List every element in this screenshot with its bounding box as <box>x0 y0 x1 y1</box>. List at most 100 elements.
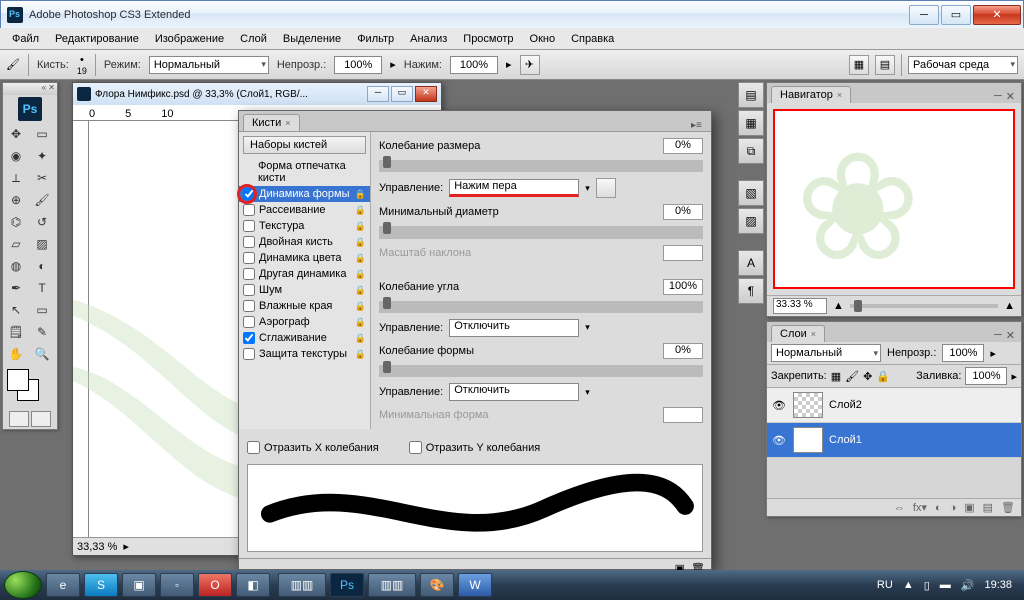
dodge-tool[interactable]: ◐ <box>29 255 55 277</box>
menu-filter[interactable]: Фильтр <box>349 31 402 47</box>
gradient-tool[interactable]: ▨ <box>29 233 55 255</box>
task-skype-icon[interactable]: S <box>84 573 118 597</box>
layer-thumb[interactable] <box>793 392 823 418</box>
control-btn[interactable] <box>596 178 616 198</box>
path-tool[interactable]: ↖ <box>3 299 29 321</box>
hand-tool[interactable]: ✋ <box>3 343 29 365</box>
flow-arrow-icon[interactable]: ▸ <box>506 58 512 71</box>
layer-opacity-field[interactable]: 100% <box>942 344 984 362</box>
start-button[interactable] <box>4 571 42 599</box>
blur-tool[interactable]: ◍ <box>3 255 29 277</box>
brush-option-4[interactable]: Двойная кисть <box>239 234 370 250</box>
min-diameter-value[interactable]: 0% <box>663 204 703 220</box>
navigator-zoom-slider[interactable] <box>850 304 998 308</box>
flow-field[interactable]: 100% <box>450 56 498 74</box>
stamp-tool[interactable]: ⌬ <box>3 211 29 233</box>
opacity-arrow-icon[interactable]: ▸ <box>390 58 396 71</box>
layer-mask-icon[interactable]: ◐ <box>935 502 942 514</box>
document-titlebar[interactable]: Флора Нимфикс.psd @ 33,3% (Слой1, RGB/..… <box>73 83 441 105</box>
angle-jitter-slider[interactable] <box>379 301 703 313</box>
layer-visibility-icon[interactable]: 👁 <box>771 434 787 447</box>
brush-option-0[interactable]: Форма отпечатка кисти <box>239 158 370 186</box>
layer-group-icon[interactable]: ▣ <box>964 501 974 514</box>
roundness-control-select[interactable]: Отключить <box>449 383 579 401</box>
close-button[interactable]: ✕ <box>973 5 1021 25</box>
brushes-panel-icon[interactable]: ▦ <box>849 55 869 75</box>
task-opera-icon[interactable]: O <box>198 573 232 597</box>
brush-option-10[interactable]: Сглаживание <box>239 330 370 346</box>
layer-fx-icon[interactable]: fx▾ <box>913 501 927 514</box>
menu-window[interactable]: Окно <box>522 31 564 47</box>
fill-field[interactable]: 100% <box>965 367 1007 385</box>
menu-image[interactable]: Изображение <box>147 31 232 47</box>
navigator-zoom-field[interactable]: 33.33 % <box>773 298 827 314</box>
lock-trans-icon[interactable]: ▦ <box>831 370 841 383</box>
zoom-in-icon[interactable]: ▲ <box>1004 300 1015 312</box>
menu-view[interactable]: Просмотр <box>455 31 521 47</box>
menu-edit[interactable]: Редактирование <box>47 31 147 47</box>
opacity-field[interactable]: 100% <box>334 56 382 74</box>
task-word-icon[interactable]: W <box>458 573 492 597</box>
maximize-button[interactable]: ▭ <box>941 5 971 25</box>
type-tool[interactable]: T <box>29 277 55 299</box>
layers-tab[interactable]: Слои× <box>771 325 825 342</box>
eraser-tool[interactable]: ▱ <box>3 233 29 255</box>
layer-row-0[interactable]: 👁Слой2 <box>767 388 1021 423</box>
dock-icon-7[interactable]: ¶ <box>738 278 764 304</box>
lock-move-icon[interactable]: ✥ <box>863 370 872 383</box>
angle-control-select[interactable]: Отключить <box>449 319 579 337</box>
menu-analysis[interactable]: Анализ <box>402 31 455 47</box>
doc-close-button[interactable]: ✕ <box>415 86 437 102</box>
lock-all-icon[interactable]: 🔒 <box>876 370 890 383</box>
notes-tool[interactable]: 🗒 <box>3 321 29 343</box>
menu-file[interactable]: Файл <box>4 31 47 47</box>
size-control-select[interactable]: Нажим пера <box>449 179 579 197</box>
tray-network-icon[interactable]: ▬ <box>940 579 951 591</box>
minimize-button[interactable]: ─ <box>909 5 939 25</box>
brush-presets-button[interactable]: Наборы кистей <box>243 136 366 154</box>
tool-presets-icon[interactable]: ▤ <box>875 55 895 75</box>
new-layer-icon[interactable]: ▤ <box>983 501 993 514</box>
link-layers-icon[interactable]: ⇔ <box>894 502 905 514</box>
airbrush-toggle[interactable]: ✈ <box>520 55 540 75</box>
tray-clock[interactable]: 19:38 <box>984 579 1012 591</box>
size-jitter-value[interactable]: 0% <box>663 138 703 154</box>
tray-flag-icon[interactable]: ▲ <box>903 579 914 591</box>
zoom-status[interactable]: 33,33 % <box>77 541 117 553</box>
roundness-jitter-slider[interactable] <box>379 365 703 377</box>
blend-mode-select[interactable]: Нормальный <box>149 56 269 74</box>
min-diameter-slider[interactable] <box>379 226 703 238</box>
doc-minimize-button[interactable]: ─ <box>367 86 389 102</box>
brush-option-5[interactable]: Динамика цвета <box>239 250 370 266</box>
slice-tool[interactable]: ✂ <box>29 167 55 189</box>
tray-battery-icon[interactable]: ▯ <box>924 579 930 592</box>
menu-select[interactable]: Выделение <box>275 31 349 47</box>
eyedropper-tool[interactable]: ✎ <box>29 321 55 343</box>
delete-layer-icon[interactable]: 🗑 <box>1001 501 1015 514</box>
workspace-select[interactable]: Рабочая среда <box>908 56 1018 74</box>
fg-color-swatch[interactable] <box>7 369 29 391</box>
pen-tool[interactable]: ✒ <box>3 277 29 299</box>
dock-icon-6[interactable]: A <box>738 250 764 276</box>
task-app1-icon[interactable]: ◦ <box>160 573 194 597</box>
layer-row-1[interactable]: 👁Слой1 <box>767 423 1021 458</box>
task-paint-icon[interactable]: 🎨 <box>420 573 454 597</box>
flip-x-checkbox[interactable]: Отразить X колебания <box>247 441 379 454</box>
panel-menu-icon[interactable]: ▸≡ <box>691 120 707 131</box>
panel-close-icon[interactable]: ✕ <box>1006 90 1015 103</box>
brush-option-9[interactable]: Аэрограф <box>239 314 370 330</box>
layer-visibility-icon[interactable]: 👁 <box>771 399 787 412</box>
layer-thumb[interactable] <box>793 427 823 453</box>
standard-mode-button[interactable] <box>9 411 29 427</box>
angle-jitter-value[interactable]: 100% <box>663 279 703 295</box>
tray-volume-icon[interactable]: 🔊 <box>961 579 975 592</box>
navigator-tab[interactable]: Навигатор× <box>771 86 851 103</box>
brush-option-2[interactable]: Рассеивание <box>239 202 370 218</box>
brush-option-6[interactable]: Другая динамика <box>239 266 370 282</box>
move-tool[interactable]: ✥ <box>3 123 29 145</box>
lock-paint-icon[interactable]: 🖌 <box>845 370 859 383</box>
zoom-tool[interactable]: 🔍 <box>29 343 55 365</box>
brush-option-1[interactable]: Динамика формы <box>239 186 370 202</box>
panel-min-icon[interactable]: ─ <box>994 90 1002 103</box>
flip-y-checkbox[interactable]: Отразить Y колебания <box>409 441 540 454</box>
